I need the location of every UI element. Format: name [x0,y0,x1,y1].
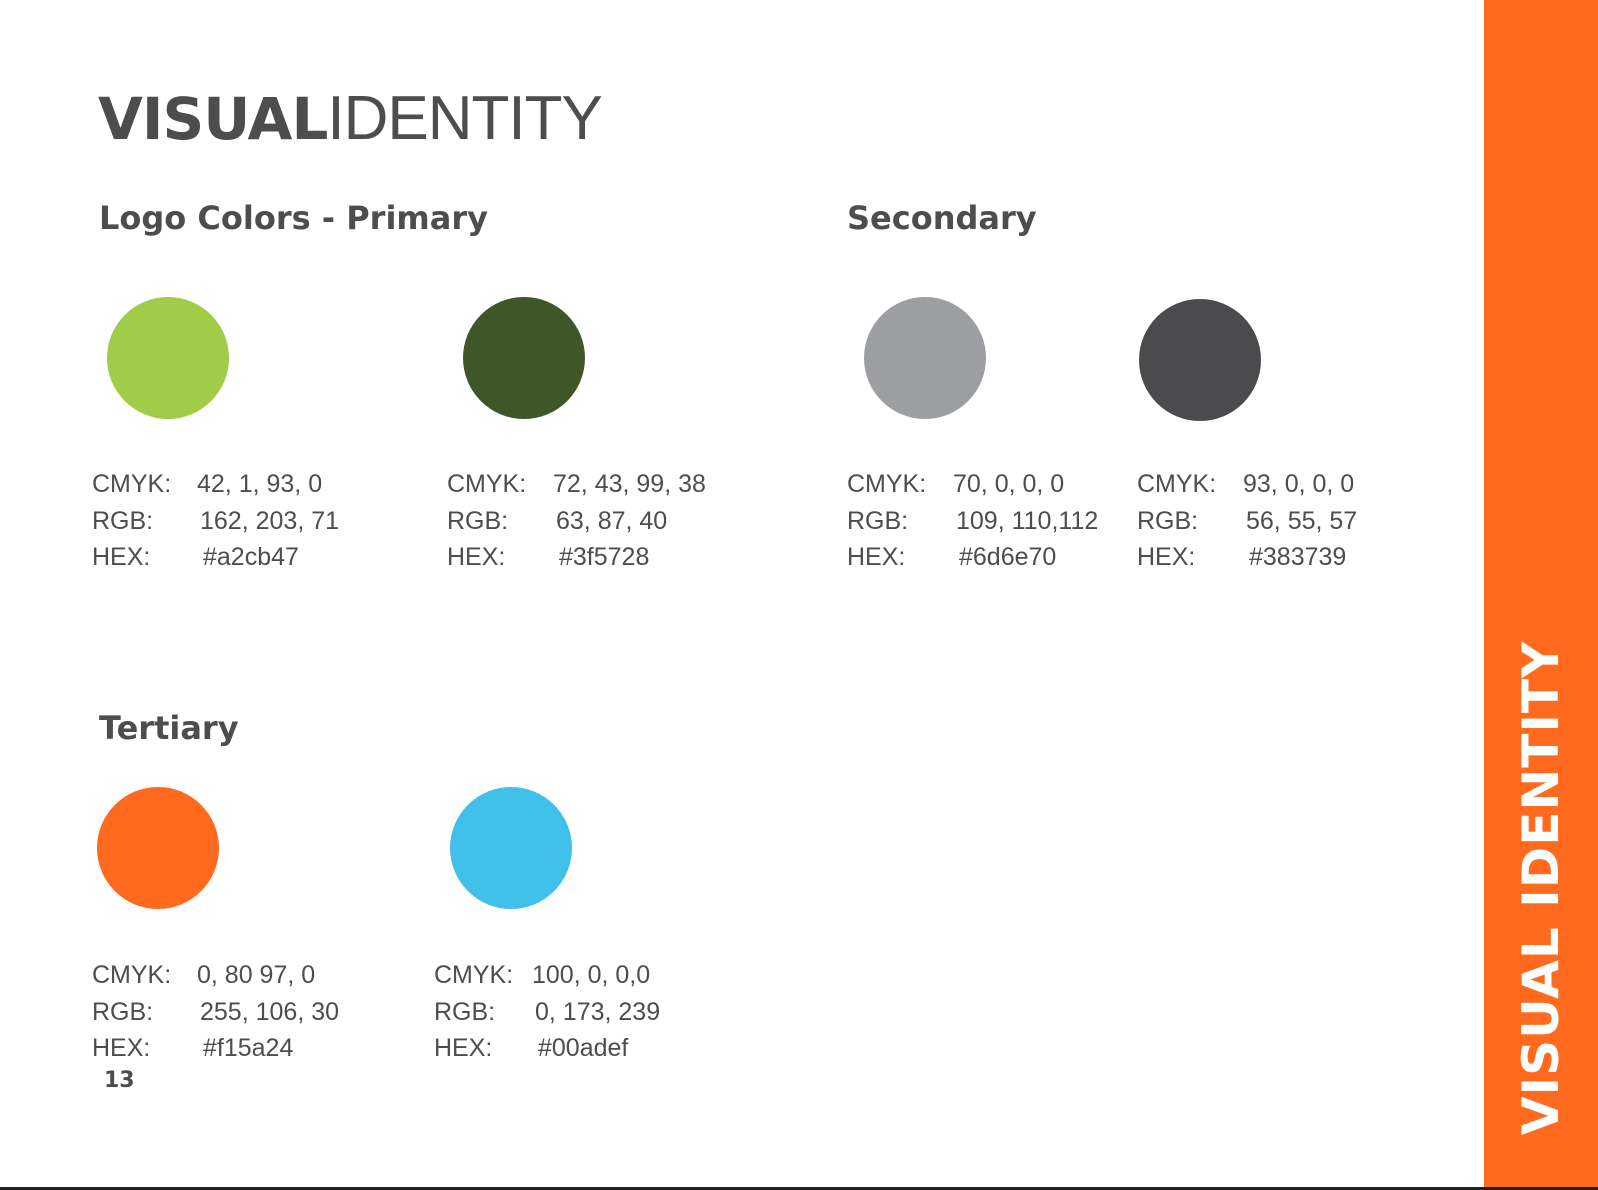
spec-row-rgb: RGB: 255, 106, 30 [92,994,352,1031]
color-swatch-circle [1139,299,1261,421]
color-swatch-circle [463,297,585,419]
sidebar-label: VISUAL IDENTITY [1512,640,1570,1136]
page-number: 13 [104,1068,135,1093]
spec-value-hex: #6d6e70 [959,543,1057,571]
color-swatch-circle [107,297,229,419]
spec-label: CMYK: [847,470,927,498]
spec-value-hex: #383739 [1249,543,1347,571]
spec-label: RGB: [434,997,496,1026]
spec-label: CMYK: [447,470,527,498]
spec-row-hex: HEX: #f15a24 [92,1030,352,1067]
spec-label: CMYK: [92,961,172,989]
spec-label: HEX: [447,543,506,571]
color-swatch-circle [450,787,572,909]
spec-label: HEX: [1137,543,1196,571]
spec-value-rgb: 63, 87, 40 [556,506,668,535]
spec-label: RGB: [1137,506,1199,535]
color-spec: CMYK: 72, 43, 99, 38 RGB: 63, 87, 40 HEX: #3f… [447,466,707,576]
spec-label: CMYK: [434,961,514,989]
spec-value-cmyk: 100, 0, 0,0 [532,961,651,989]
spec-value-cmyk: 0, 80 97, 0 [197,961,316,989]
spec-label: RGB: [92,997,154,1026]
spec-row-rgb: RGB: 63, 87, 40 [447,503,707,540]
color-spec: CMYK: 0, 80 97, 0 RGB: 255, 106, 30 HEX: #f15… [92,957,352,1067]
spec-value-rgb: 162, 203, 71 [200,506,340,535]
spec-value-hex: #a2cb47 [203,543,299,571]
spec-value-cmyk: 42, 1, 93, 0 [197,470,323,498]
spec-row-rgb: RGB: 109, 110,112 [847,503,1107,540]
spec-value-hex: #3f5728 [559,543,650,571]
section-heading-primary: Logo Colors - Primary [99,199,488,237]
spec-value-rgb: 255, 106, 30 [200,997,340,1026]
spec-label: CMYK: [92,470,172,498]
spec-row-hex: HEX: #3f5728 [447,539,707,576]
spec-value-cmyk: 70, 0, 0, 0 [953,470,1065,498]
color-swatch-circle [97,787,219,909]
spec-row-rgb: RGB: 162, 203, 71 [92,503,352,540]
sidebar-tab: VISUAL IDENTITY [1484,0,1598,1187]
spec-value-hex: #00adef [538,1034,629,1062]
spec-row-hex: HEX: #6d6e70 [847,539,1107,576]
spec-row-rgb: RGB: 0, 173, 239 [434,994,694,1031]
spec-label: RGB: [847,506,909,535]
spec-row-cmyk: CMYK: 42, 1, 93, 0 [92,466,352,503]
spec-row-cmyk: CMYK: 93, 0, 0, 0 [1137,466,1397,503]
spec-value-cmyk: 93, 0, 0, 0 [1243,470,1355,498]
color-swatch-circle [864,297,986,419]
color-spec: CMYK: 100, 0, 0,0 RGB: 0, 173, 239 HEX: #00ad… [434,957,694,1067]
title-light: IDENTITY [327,84,602,153]
spec-label: HEX: [92,543,151,571]
spec-row-cmyk: CMYK: 100, 0, 0,0 [434,957,694,994]
spec-label: RGB: [447,506,509,535]
spec-value-hex: #f15a24 [203,1034,294,1062]
spec-label: HEX: [92,1034,151,1062]
section-heading-secondary: Secondary [847,199,1037,237]
spec-value-rgb: 109, 110,112 [956,506,1099,535]
spec-label: CMYK: [1137,470,1217,498]
spec-label: HEX: [434,1034,493,1062]
spec-label: HEX: [847,543,906,571]
color-spec: CMYK: 42, 1, 93, 0 RGB: 162, 203, 71 HEX: #a2… [92,466,352,576]
spec-label: RGB: [92,506,154,535]
spec-row-cmyk: CMYK: 72, 43, 99, 38 [447,466,707,503]
spec-value-rgb: 0, 173, 239 [535,997,661,1026]
page-title: VISUALIDENTITY [98,84,603,154]
spec-value-rgb: 56, 55, 57 [1246,506,1358,535]
color-spec: CMYK: 93, 0, 0, 0 RGB: 56, 55, 57 HEX: #38373… [1137,466,1397,576]
spec-row-hex: HEX: #383739 [1137,539,1397,576]
spec-row-hex: HEX: #00adef [434,1030,694,1067]
section-heading-tertiary: Tertiary [99,709,239,747]
spec-row-hex: HEX: #a2cb47 [92,539,352,576]
spec-row-cmyk: CMYK: 0, 80 97, 0 [92,957,352,994]
color-spec: CMYK: 70, 0, 0, 0 RGB: 109, 110,112 HEX: #6d6… [847,466,1107,576]
title-bold: VISUAL [98,85,328,153]
spec-row-rgb: RGB: 56, 55, 57 [1137,503,1397,540]
spec-value-cmyk: 72, 43, 99, 38 [553,470,706,498]
spec-row-cmyk: CMYK: 70, 0, 0, 0 [847,466,1107,503]
